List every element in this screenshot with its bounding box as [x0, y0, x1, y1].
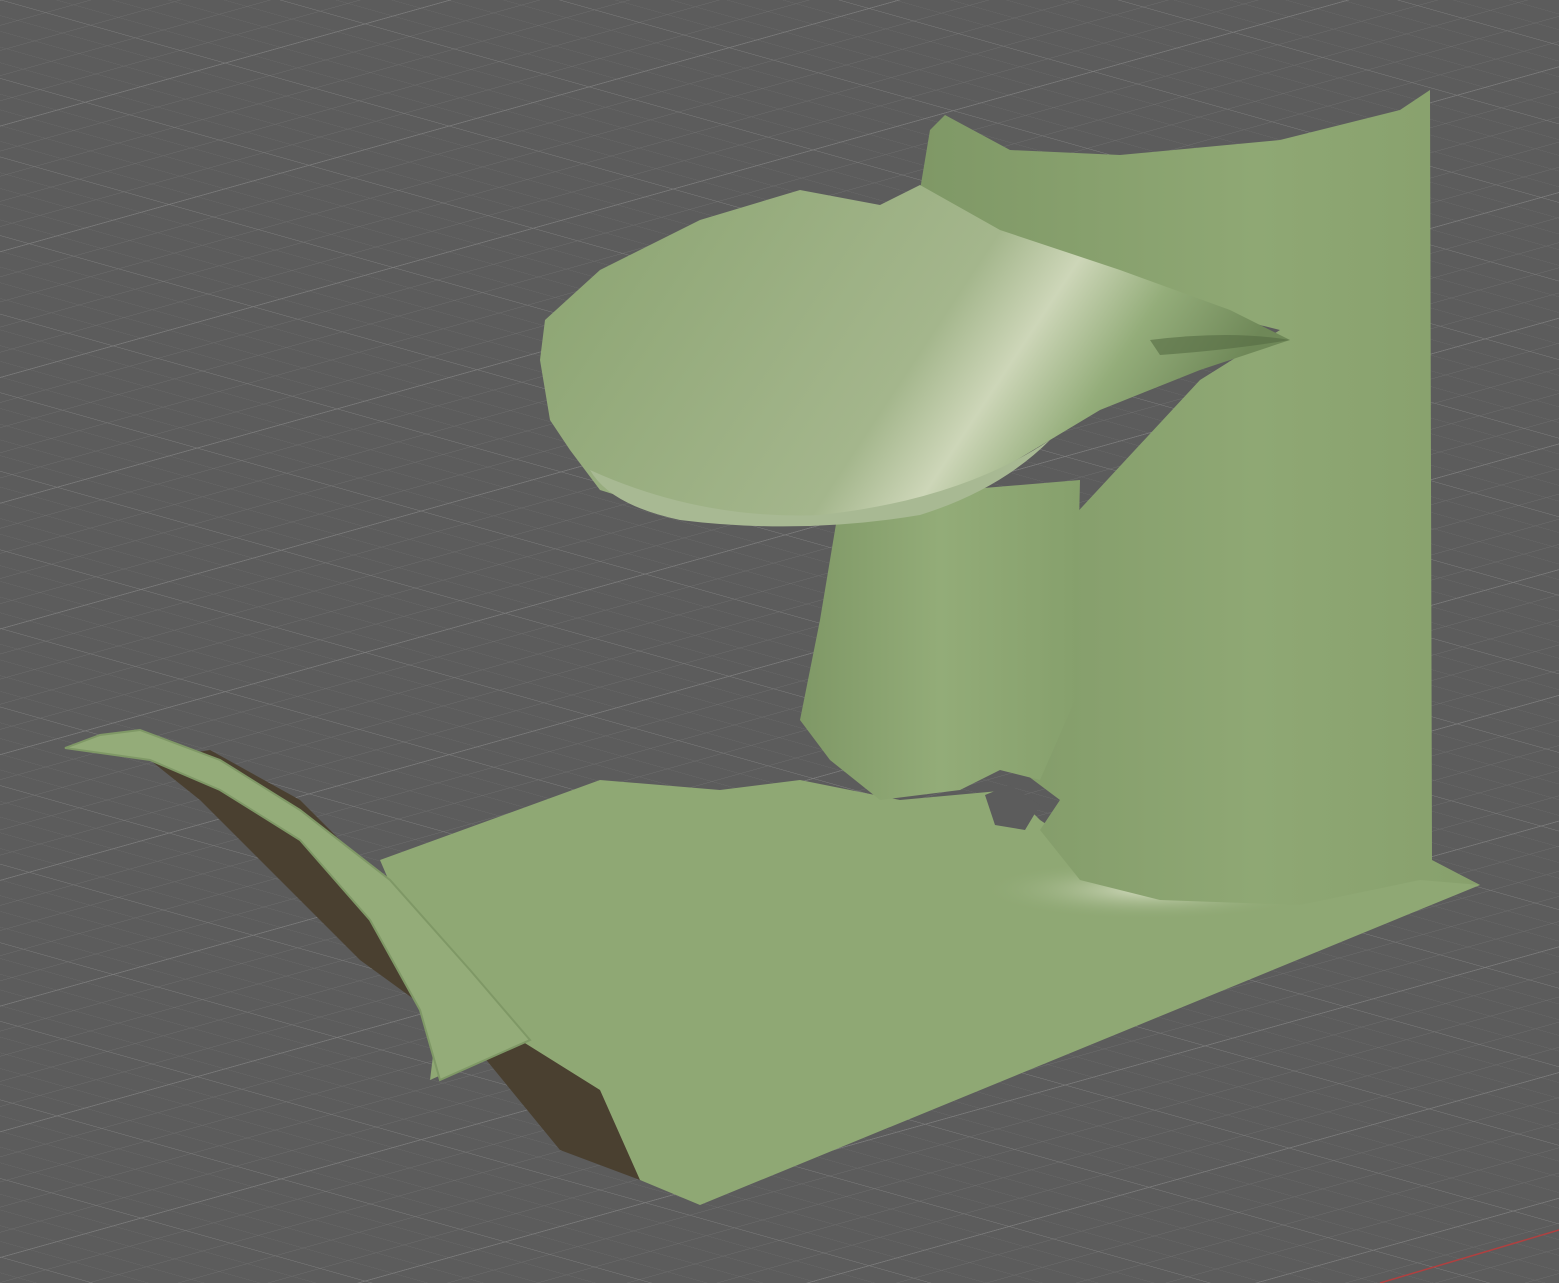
- viewport-canvas[interactable]: [0, 0, 1559, 1283]
- mesh-column: [800, 480, 1080, 800]
- 3d-viewport[interactable]: [0, 0, 1559, 1283]
